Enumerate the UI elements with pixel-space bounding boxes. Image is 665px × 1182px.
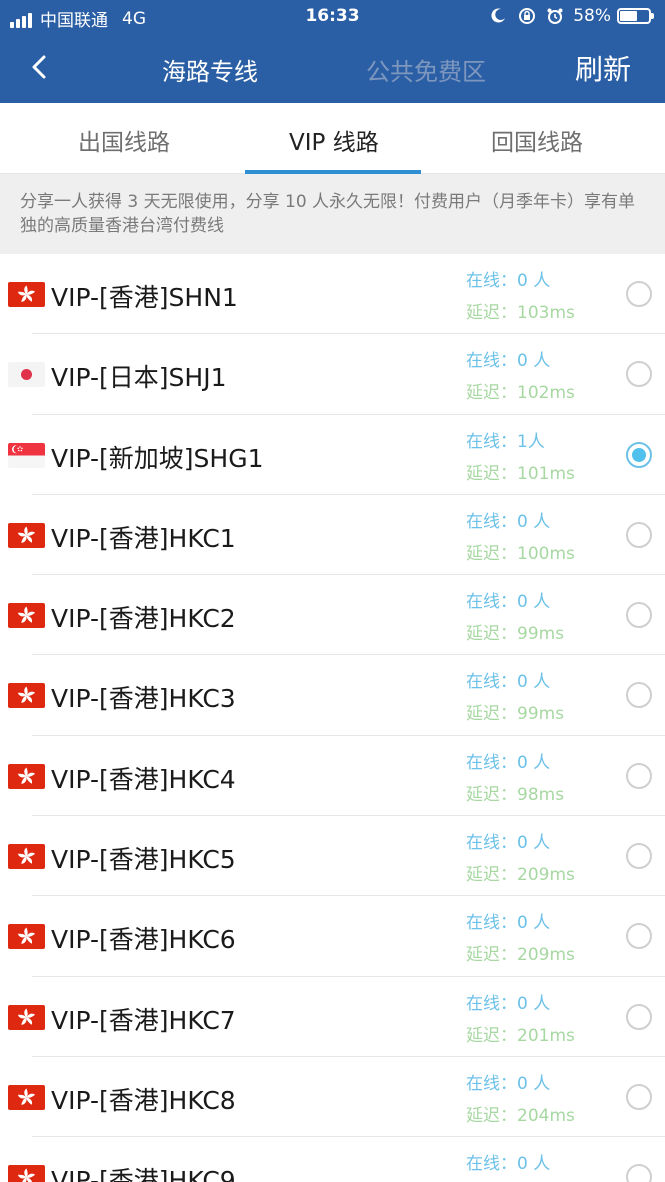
server-row[interactable]: VIP-[香港]SHN1 在线：0 人延迟：103ms [0, 254, 665, 335]
server-name: VIP-[香港]HKC7 [51, 1005, 236, 1035]
latency-value: 延迟：209ms [466, 865, 575, 886]
select-radio[interactable] [626, 682, 652, 709]
online-count: 在线：0 人 [466, 592, 551, 613]
server-name: VIP-[香港]SHN1 [51, 283, 238, 312]
nav-title[interactable]: 海路专线 [162, 52, 258, 87]
select-radio[interactable] [626, 1164, 652, 1182]
battery-percent: 58% [573, 6, 611, 26]
hong-kong-flag-icon [8, 282, 45, 307]
server-row[interactable]: VIP-[香港]HKC7 在线：0 人延迟：201ms [0, 977, 665, 1057]
status-right: 58% [481, 6, 654, 26]
status-bar: 中国联通 4G 16:33 58% [0, 0, 665, 34]
hong-kong-flag-icon [8, 683, 45, 709]
online-count: 在线：0 人 [466, 271, 551, 291]
chevron-left-icon[interactable] [26, 52, 54, 82]
online-count: 在线：0 人 [466, 833, 551, 854]
select-radio[interactable] [626, 762, 652, 789]
latency-value: 延迟：98ms [466, 784, 565, 805]
server-row[interactable]: VIP-[香港]HKC6 在线：0 人延迟：209ms [0, 896, 665, 977]
hong-kong-flag-icon [8, 763, 45, 789]
server-row[interactable]: VIP-[香港]HKC3 在线：0 人延迟：99ms [0, 655, 665, 736]
select-radio[interactable] [626, 923, 652, 950]
server-row[interactable]: VIP-[日本]SHJ1 在线：0 人延迟：102ms [0, 334, 665, 415]
server-list: VIP-[香港]SHN1 在线：0 人延迟：103ms VIP-[日本]SHJ1 在线… [0, 254, 665, 1182]
header: 中国联通 4G 16:33 58% 海路专线 公共免费区 刷新 [0, 0, 665, 103]
refresh-button[interactable]: 刷新 [575, 48, 631, 88]
online-count: 在线：0 人 [466, 351, 551, 372]
online-count: 在线：0 人 [466, 1154, 551, 1175]
server-name: VIP-[新加坡]SHG1 [51, 443, 264, 473]
nav-free-zone-tab[interactable]: 公共免费区 [366, 52, 486, 87]
latency-value: 延迟：204ms [466, 1105, 575, 1126]
server-row[interactable]: VIP-[香港]HKC2 在线：0 人延迟：99ms [0, 575, 665, 656]
server-row[interactable]: VIP-[香港]HKC5 在线：0 人延迟：209ms [0, 816, 665, 897]
promo-notice: 分享一人获得 3 天无限使用，分享 10 人永久无限！付费用户（月季年卡）享有单… [0, 174, 665, 254]
hong-kong-flag-icon [8, 603, 45, 629]
server-name: VIP-[香港]HKC6 [51, 925, 236, 955]
hong-kong-flag-icon [8, 924, 45, 950]
latency-value: 延迟：100ms [466, 543, 575, 564]
hong-kong-flag-icon [8, 1165, 45, 1182]
latency-value: 延迟：102ms [466, 383, 575, 404]
navbar: 海路专线 公共免费区 刷新 [0, 34, 665, 103]
moon-icon [489, 7, 509, 25]
alarm-icon [545, 7, 565, 25]
online-count: 在线：0 人 [466, 993, 551, 1014]
tab-vip[interactable]: VIP 线路 [289, 123, 379, 157]
server-name: VIP-[香港]HKC9 [51, 1166, 236, 1182]
tab-outbound[interactable]: 出国线路 [78, 123, 170, 157]
select-radio[interactable] [626, 1083, 652, 1110]
online-count: 在线：0 人 [466, 752, 551, 773]
singapore-flag-icon [8, 442, 45, 468]
tab-return[interactable]: 回国线路 [491, 123, 583, 157]
server-row[interactable]: VIP-[新加坡]SHG1 在线：1人延迟：101ms [0, 415, 665, 495]
hong-kong-flag-icon [8, 1004, 45, 1030]
select-radio[interactable] [626, 441, 652, 468]
server-row[interactable]: VIP-[香港]HKC8 在线：0 人延迟：204ms [0, 1057, 665, 1138]
latency-value: 延迟：99ms [466, 704, 565, 725]
select-radio[interactable] [626, 361, 652, 388]
server-name: VIP-[香港]HKC4 [51, 764, 236, 794]
select-radio[interactable] [626, 281, 652, 307]
server-row[interactable]: VIP-[香港]HKC4 在线：0 人延迟：98ms [0, 736, 665, 817]
latency-value: 延迟：209ms [466, 945, 575, 966]
online-count: 在线：1人 [466, 431, 545, 452]
japan-flag-icon [8, 362, 45, 388]
select-radio[interactable] [626, 602, 652, 629]
server-name: VIP-[香港]HKC2 [51, 604, 236, 634]
online-count: 在线：0 人 [466, 511, 551, 532]
hong-kong-flag-icon [8, 1084, 45, 1110]
select-radio[interactable] [626, 843, 652, 870]
server-name: VIP-[香港]HKC5 [51, 845, 236, 875]
latency-value: 延迟：201ms [466, 1025, 575, 1046]
online-count: 在线：0 人 [466, 913, 551, 934]
lock-rotation-icon [517, 7, 537, 25]
battery-icon [617, 8, 654, 24]
hong-kong-flag-icon [8, 522, 45, 548]
latency-value: 延迟：99ms [466, 624, 565, 645]
server-name: VIP-[香港]HKC1 [51, 523, 236, 553]
latency-value: 延迟：101ms [466, 463, 575, 484]
online-count: 在线：0 人 [466, 1073, 551, 1094]
server-row[interactable]: VIP-[香港]HKC9 在线：0 人 [0, 1137, 665, 1182]
server-row[interactable]: VIP-[香港]HKC1 在线：0 人延迟：100ms [0, 495, 665, 576]
online-count: 在线：0 人 [466, 672, 551, 693]
select-radio[interactable] [626, 521, 652, 548]
latency-value: 延迟：103ms [466, 303, 575, 323]
server-name: VIP-[香港]HKC3 [51, 684, 236, 714]
select-radio[interactable] [626, 1003, 652, 1030]
route-tabs: 出国线路 VIP 线路 回国线路 [0, 103, 665, 174]
hong-kong-flag-icon [8, 844, 45, 870]
server-name: VIP-[香港]HKC8 [51, 1085, 236, 1115]
server-name: VIP-[日本]SHJ1 [51, 363, 227, 393]
